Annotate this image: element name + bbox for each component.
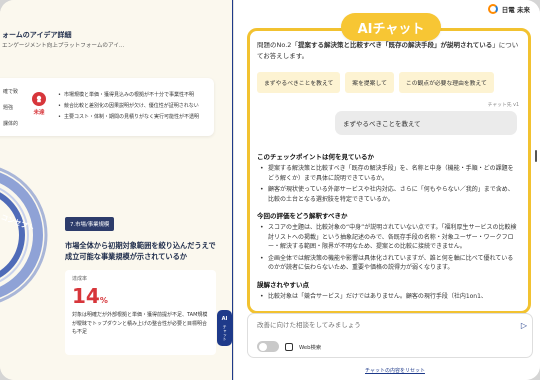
brand-logo-icon bbox=[487, 4, 498, 14]
answer-heading: 今回の評価をどう解釈すべきか bbox=[257, 212, 348, 220]
metric-number: 14 bbox=[72, 284, 100, 308]
chat-input[interactable] bbox=[257, 321, 512, 329]
strategy-section: 7.市場/事業規模 市場全体から初期対象範囲を絞り込んだうえで成立可能な事業規模… bbox=[65, 211, 216, 355]
status-badge: 未達 bbox=[30, 92, 48, 116]
side-label: 確で致 bbox=[3, 89, 19, 95]
list-item: 主要コスト・体制・期間の見積りがなく実行可能性が不透明 bbox=[58, 112, 199, 123]
app-frame: ォームのアイデア詳細 エンゲージメント向上プラットフォームのアイ… 確で致 題強… bbox=[0, 0, 540, 380]
suggestion-chip[interactable]: この観点が必要な理由を教えて bbox=[398, 72, 494, 93]
message-meta: チャット先 v1 bbox=[487, 103, 519, 108]
chat-input-area: ▷ Web検索 bbox=[247, 313, 533, 358]
brand-name: 日電 未来 bbox=[501, 6, 530, 14]
intro-prefix: 問題のNo.2「 bbox=[257, 41, 298, 49]
suggestion-chip[interactable]: 案を提案して bbox=[345, 72, 394, 93]
brand: 日電 未来 bbox=[487, 4, 530, 14]
send-icon[interactable]: ▷ bbox=[521, 321, 527, 330]
evaluation-card[interactable]: 確で致 題強 課体的 未達 市場規模と単価・獲得見込みの根拠が不十分で事業性不明… bbox=[0, 78, 214, 136]
issue-list: 市場規模と単価・獲得見込みの根拠が不十分で事業性不明 競合比較と差別化の因果説明… bbox=[58, 90, 199, 123]
user-message: まずやるべきことを教えて bbox=[335, 111, 517, 135]
metric-unit: % bbox=[99, 296, 108, 305]
web-search-toggle[interactable] bbox=[257, 341, 279, 352]
assistant-answer: このチェックポイントは何を見ているか 提案する解決策と比較すべき「既存の解決手段… bbox=[257, 151, 519, 301]
assistant-intro: 問題のNo.2「提案する解決策と比較すべき「既存の解決手段」が説明されている」に… bbox=[257, 40, 519, 61]
list-item: 競合比較と差別化の因果説明が欠け、優位性が証明されない bbox=[58, 101, 199, 112]
suggestion-chips: まずやるべきことを教えて 案を提案して この観点が必要な理由を教えて bbox=[257, 72, 519, 93]
web-search-icon bbox=[285, 342, 293, 351]
page-subtitle: エンゲージメント向上プラットフォームのアイ… bbox=[2, 43, 125, 49]
metric-card[interactable]: 達成率 14% 対象は明確だが外部根拠と単価・獲得前提が不足、TAM規模が曖昧で… bbox=[65, 270, 216, 355]
reset-chat-link[interactable]: チャットの内容をリセット bbox=[365, 367, 425, 374]
answer-list: 提案する解決策と比較すべき「既存の解決手段」を、名称と中身（機能・手順・どの課題… bbox=[257, 164, 519, 204]
toggle-knob bbox=[259, 342, 267, 351]
answer-heading: 誤解されやすい点 bbox=[257, 280, 309, 289]
chat-scrollbar[interactable] bbox=[535, 150, 537, 162]
suggestion-chip[interactable]: まずやるべきことを教えて bbox=[257, 72, 341, 93]
side-label: 題強 bbox=[3, 105, 14, 111]
metric-description: 対象は明確だが外部根拠と単価・獲得前提が不足、TAM規模が曖昧でトップダウンと積… bbox=[72, 312, 208, 335]
web-search-toggle-group: Web検索 bbox=[257, 341, 321, 352]
intro-checkpoint: 提案する解決策と比較すべき「既存の解決手段」が説明されている bbox=[297, 41, 493, 49]
chat-label: チャット bbox=[222, 324, 228, 341]
page-title: ォームのアイデア詳細 bbox=[2, 31, 72, 39]
list-item: 顧客が現状使っている外部サービスや社内対応、さらに「何もやらない／我的」まで含め… bbox=[257, 185, 519, 204]
list-item: 企画全体では解決策の機能や影響は具体化されていますが、誰と何を軸に比べて優れてい… bbox=[257, 254, 519, 273]
metric-value: 14% bbox=[72, 284, 209, 308]
chat-toggle-button[interactable]: AI チャット bbox=[217, 310, 232, 346]
section-tag: 7.市場/事業規模 bbox=[65, 217, 115, 231]
alert-icon bbox=[32, 92, 46, 106]
answer-list: スコアの主題は、比較対象の“中身”が説明されていない点です。「福利厚生サービスの… bbox=[257, 223, 519, 273]
chat-title: AIチャット bbox=[341, 13, 441, 41]
badge-label: 未達 bbox=[33, 110, 45, 116]
section-heading: 市場全体から初期対象範囲を絞り込んだうえで成立可能な事業規模が示されているか bbox=[65, 241, 216, 261]
web-search-label: Web検索 bbox=[299, 344, 322, 351]
list-item: 市場規模と単価・獲得見込みの根拠が不十分で事業性不明 bbox=[58, 90, 199, 101]
answer-list: 比較対象は「競合サービス」だけではありません。顧客の現行手段（社内1on1、 bbox=[257, 292, 519, 302]
list-item: スコアの主題は、比較対象の“中身”が説明されていない点です。「福利厚生サービスの… bbox=[257, 223, 519, 252]
chat-messages[interactable]: 問題のNo.2「提案する解決策と比較すべき「既存の解決手段」が説明されている」に… bbox=[247, 28, 531, 314]
side-label: 課体的 bbox=[3, 121, 19, 127]
answer-heading: このチェックポイントは何を見ているか bbox=[257, 153, 374, 161]
idea-detail-panel: ォームのアイデア詳細 エンゲージメント向上プラットフォームのアイ… 確で致 題強… bbox=[0, 0, 233, 380]
list-item: 提案する解決策と比較すべき「既存の解決手段」を、名称と中身（機能・手順・どの課題… bbox=[257, 164, 519, 183]
chat-content: 問題のNo.2「提案する解決策と比較すべき「既存の解決手段」が説明されている」に… bbox=[257, 40, 519, 303]
concept-ring-graphic bbox=[0, 167, 48, 303]
list-item: 比較対象は「競合サービス」だけではありません。顧客の現行手段（社内1on1、 bbox=[257, 292, 519, 302]
metric-label: 達成率 bbox=[72, 276, 88, 282]
ai-label: AI bbox=[221, 315, 228, 322]
